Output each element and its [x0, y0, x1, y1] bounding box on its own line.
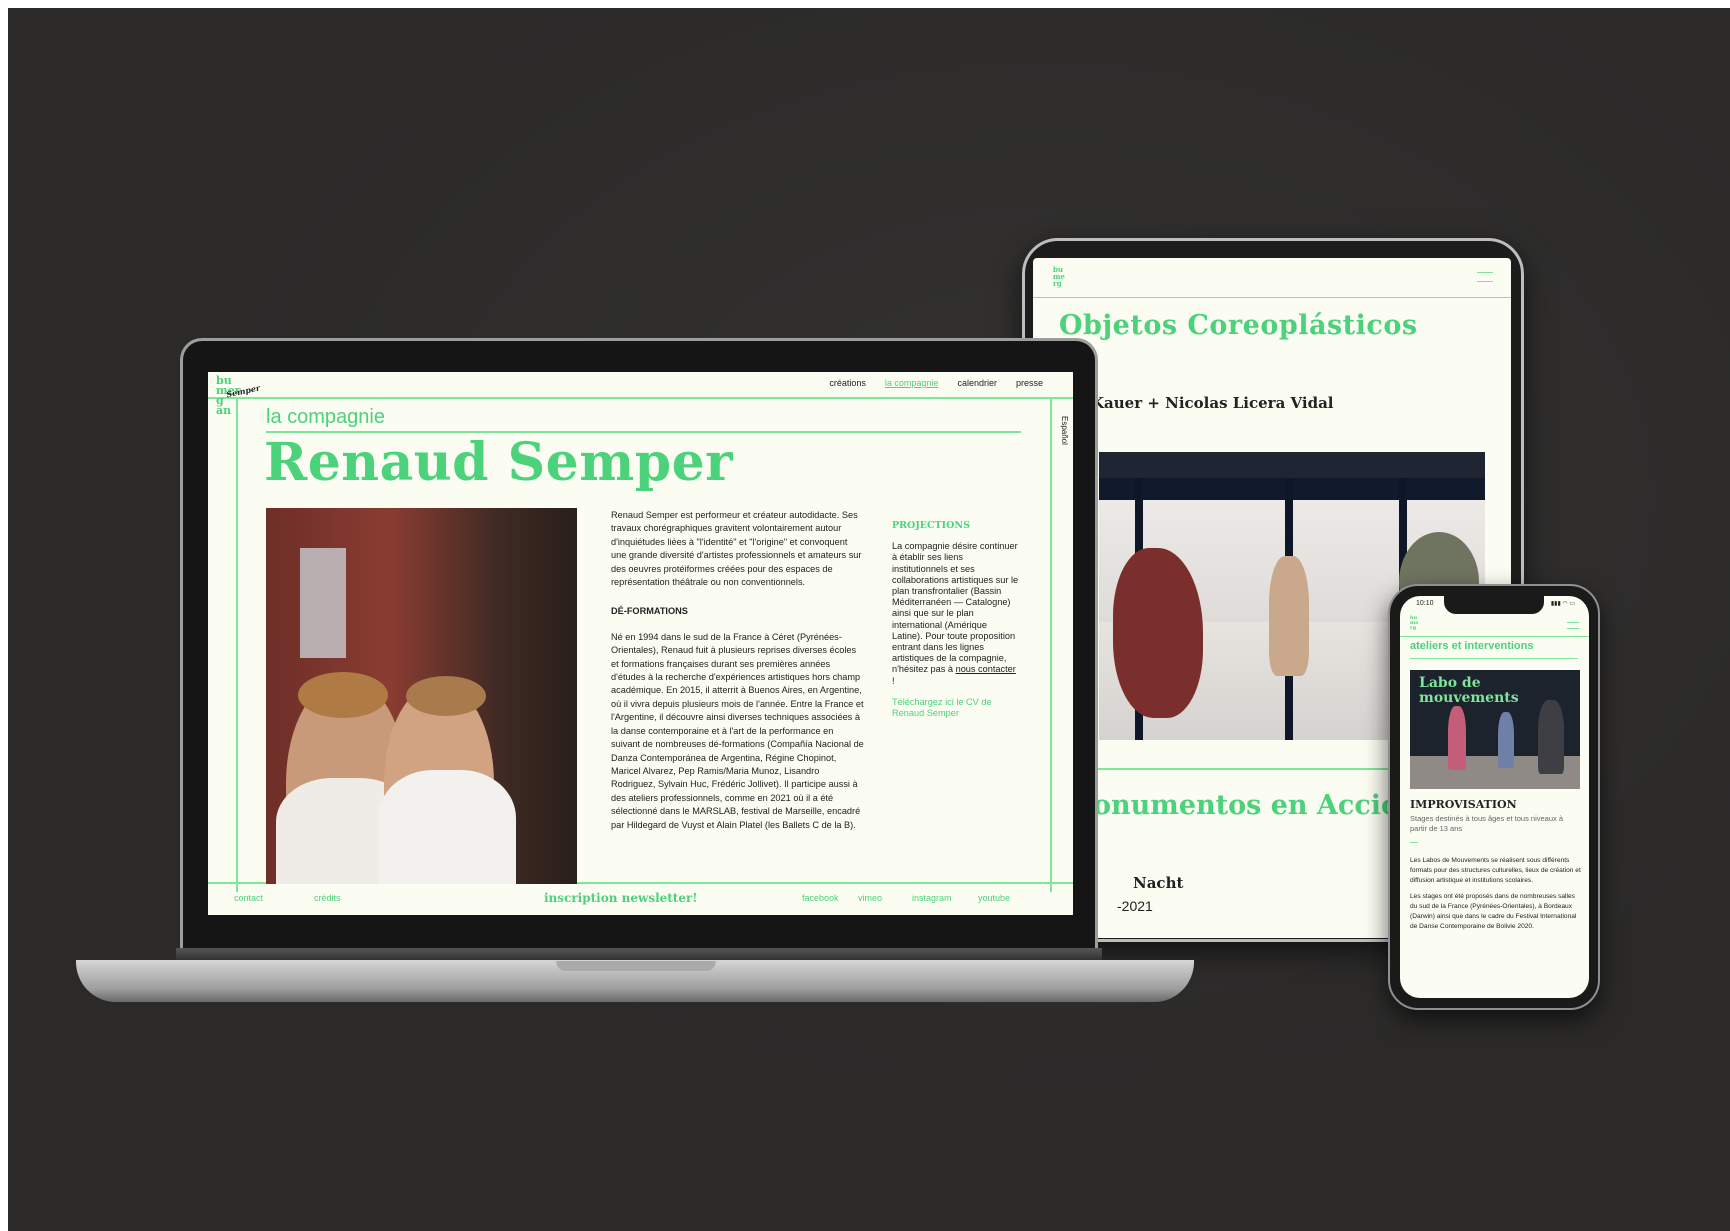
footer-contact-link[interactable]: contact [234, 893, 263, 903]
frame-line-top [208, 397, 1073, 399]
nav-item-creations[interactable]: créations [829, 378, 866, 388]
tablet-section-title: onumentos en Acció [1093, 790, 1400, 821]
laptop-screen: bu mer g an Semper créations la compagnie ca… [208, 372, 1073, 915]
phone-header-line [1400, 636, 1589, 637]
nav-item-presse[interactable]: presse [1016, 378, 1043, 388]
main-nav: créations la compagnie calendrier presse [829, 378, 1043, 388]
facebook-link[interactable]: facebook [802, 893, 839, 903]
labo-card-image[interactable]: Labo de mouvements [1410, 670, 1580, 789]
tablet-header [1033, 258, 1511, 298]
tablet-credit: Kauer + Nicolas Licera Vidal [1091, 394, 1334, 412]
site-footer: contact crédits inscription newsletter! … [208, 884, 1073, 915]
portrait-photo [266, 508, 577, 884]
phone-dash [1410, 842, 1418, 843]
phone-screen: 10:10 ▮▮▮ ◠ ▭ bu me rg ateliers et interve… [1400, 596, 1589, 998]
instagram-link[interactable]: instagram [912, 893, 952, 903]
cv-download-link[interactable]: Téléchargez ici le CV de Renaud Semper [892, 697, 1020, 719]
projections-column: PROJECTIONS La compagnie désire continue… [892, 520, 1020, 719]
status-icons: ▮▮▮ ◠ ▭ [1550, 601, 1575, 607]
phone-body-paragraph: Les Labos de Mouvements se réalisent sou… [1410, 857, 1581, 884]
bio-column: Renaud Semper est performeur et créateur… [611, 509, 865, 832]
footer-credits-link[interactable]: crédits [314, 893, 341, 903]
phone-body-paragraph: Les stages ont été proposés dans de nomb… [1410, 893, 1577, 930]
phone-section-divider [1410, 658, 1578, 659]
nav-item-la-compagnie[interactable]: la compagnie [885, 378, 939, 388]
frame-line-left [236, 397, 238, 892]
phone-subtitle: Stages destinés à tous âges et tous nive… [1410, 814, 1564, 833]
contact-link[interactable]: nous contacter [956, 664, 1016, 674]
phone-section-title: ateliers et interventions [1410, 640, 1534, 652]
tablet-page-title: Objetos Coreoplásticos [1059, 310, 1418, 341]
projections-heading: PROJECTIONS [892, 520, 970, 531]
bio-heading: DÉ-FORMATIONS [611, 606, 688, 617]
youtube-link[interactable]: youtube [978, 893, 1010, 903]
phone-heading: IMPROVISATION [1410, 798, 1517, 811]
tablet-year: -2021 [1117, 898, 1153, 914]
status-time: 10:10 [1416, 600, 1434, 607]
bio-text: Né en 1994 dans le sud de la France à Cé… [611, 631, 864, 830]
projections-text: La compagnie désire continuer à établir … [892, 541, 1019, 686]
site-logo[interactable]: bu mer g an Semper [216, 375, 262, 422]
nav-item-calendrier[interactable]: calendrier [957, 378, 997, 388]
vimeo-link[interactable]: vimeo [858, 893, 882, 903]
page-title: Renaud Semper [264, 432, 734, 493]
frame-line-right [1050, 397, 1052, 892]
language-switch[interactable]: Español [1060, 416, 1069, 445]
laptop-trackpad-notch [556, 961, 716, 971]
phone-body: Les Labos de Mouvements se réalisent sou… [1410, 856, 1582, 938]
hamburger-menu-icon[interactable] [1477, 272, 1493, 282]
section-title: la compagnie [266, 406, 385, 428]
tablet-author: Nacht [1133, 874, 1184, 892]
intro-text: Renaud Semper est performeur et créateur… [611, 510, 862, 588]
newsletter-link[interactable]: inscription newsletter! [544, 891, 698, 905]
labo-card-title: Labo de mouvements [1419, 675, 1519, 706]
phone-notch [1444, 596, 1544, 614]
phone-hamburger-icon[interactable] [1567, 622, 1579, 629]
tablet-logo[interactable]: bu me rg [1053, 266, 1079, 292]
phone-logo[interactable]: bu me rg [1410, 616, 1426, 632]
